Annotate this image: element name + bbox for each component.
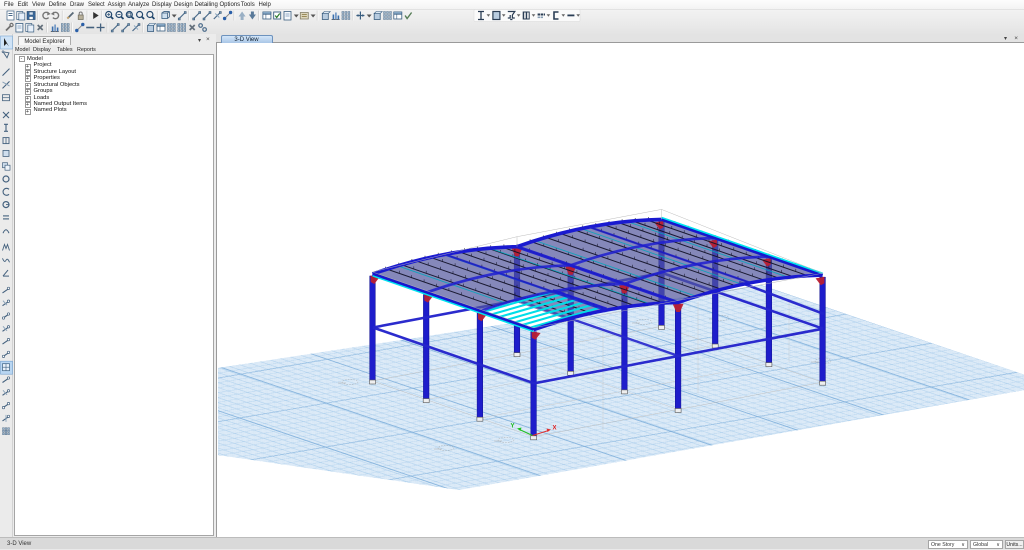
svg-text:X: X [553, 426, 557, 432]
svg-text:Y: Y [511, 424, 515, 430]
